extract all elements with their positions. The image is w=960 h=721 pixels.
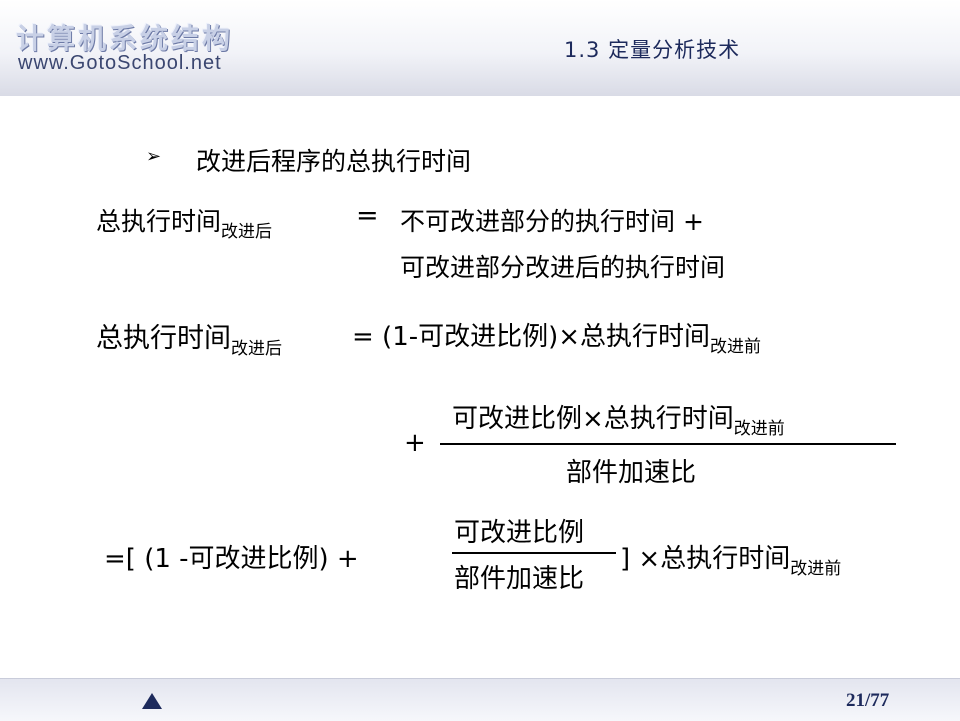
eq1-rhs-line1: 不可改进部分的执行时间 + [400,207,704,236]
eq3-denominator: 部件加速比 [566,458,697,488]
eq2-rhs-subscript: 改进前 [710,337,762,357]
eq4-denominator: 部件加速比 [454,564,585,594]
eq1-rhs-line2: 可改进部分改进后的执行时间 [400,253,726,282]
section-title: 1.3 定量分析技术 [564,38,741,62]
eq4-prefix: =[ (1 -可改进比例) + [104,544,359,574]
eq4-suffix: ] ×总执行时间改进前 [620,544,842,579]
slide-footer: 21/77 [0,678,960,721]
eq3-plus: + [404,428,426,458]
eq1-lhs: 总执行时间改进后 [96,207,273,242]
eq2-lhs: 总执行时间改进后 [96,323,282,359]
eq4-suffix-subscript: 改进前 [790,559,842,579]
logo-url[interactable]: www.GotoSchool.net [18,52,222,75]
slide-header: 计算机系统结构 www.GotoSchool.net 1.3 定量分析技术 [0,0,960,96]
eq4-numerator: 可改进比例 [454,518,585,548]
page-number: 21/77 [846,690,890,711]
eq1-lhs-subscript: 改进后 [221,222,273,242]
nav-up-arrow-icon[interactable] [142,693,162,709]
eq4-fraction-bar [452,552,616,554]
eq1-equals: = [356,200,379,231]
bullet-arrow-icon: ➢ [146,146,162,167]
bullet-text: 改进后程序的总执行时间 [196,147,472,176]
eq3-fraction-bar [440,443,896,445]
eq2-lhs-subscript: 改进后 [231,339,282,359]
logo-title: 计算机系统结构 [16,22,234,55]
eq3-numerator: 可改进比例×总执行时间改进前 [452,404,785,439]
eq3-numerator-subscript: 改进前 [733,419,785,439]
eq2-rhs: = (1-可改进比例)×总执行时间改进前 [352,322,762,357]
